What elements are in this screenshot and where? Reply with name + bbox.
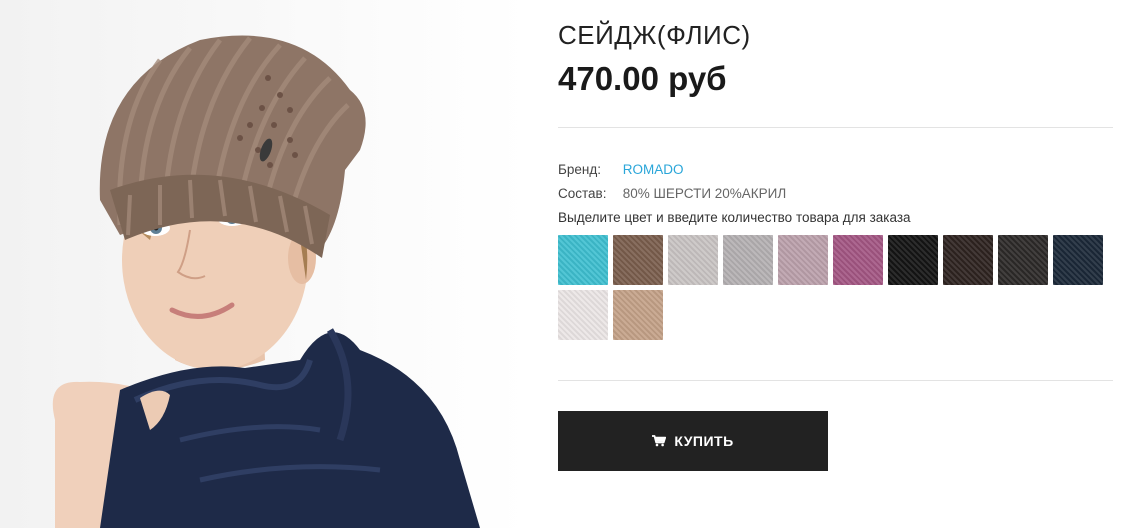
color-swatch-navy[interactable] [1053, 235, 1103, 285]
divider [558, 380, 1113, 381]
color-swatch-brown[interactable] [613, 235, 663, 285]
buy-button[interactable]: КУПИТЬ [558, 411, 828, 471]
color-swatch-gray[interactable] [723, 235, 773, 285]
composition-value: 80% ШЕРСТИ 20%АКРИЛ [622, 186, 787, 201]
composition-label: Состав: [558, 186, 607, 201]
color-selection-hint: Выделите цвет и введите количество товар… [558, 210, 911, 225]
brand-row: Бренд: ROMADO [558, 162, 684, 177]
model-wearing-hat-image [52, 35, 480, 528]
brand-link[interactable]: ROMADO [623, 162, 684, 177]
buy-button-label: КУПИТЬ [674, 433, 734, 449]
brand-label: Бренд: [558, 162, 601, 177]
product-title: СЕЙДЖ(ФЛИС) [558, 20, 751, 50]
product-photo[interactable] [0, 0, 528, 528]
divider [558, 127, 1113, 128]
color-swatch-dusty-pink[interactable] [778, 235, 828, 285]
color-swatch-light-gray[interactable] [668, 235, 718, 285]
color-swatch-charcoal[interactable] [998, 235, 1048, 285]
color-swatch-turquoise[interactable] [558, 235, 608, 285]
color-swatch-black[interactable] [888, 235, 938, 285]
product-price: 470.00 руб [558, 60, 727, 97]
color-swatch-magenta[interactable] [833, 235, 883, 285]
composition-row: Состав: 80% ШЕРСТИ 20%АКРИЛ [558, 186, 786, 201]
color-swatch-beige[interactable] [613, 290, 663, 340]
cart-icon [652, 435, 667, 447]
color-swatch-off-white[interactable] [558, 290, 608, 340]
color-swatch-dark-brown[interactable] [943, 235, 993, 285]
color-swatch-list [558, 235, 1118, 340]
